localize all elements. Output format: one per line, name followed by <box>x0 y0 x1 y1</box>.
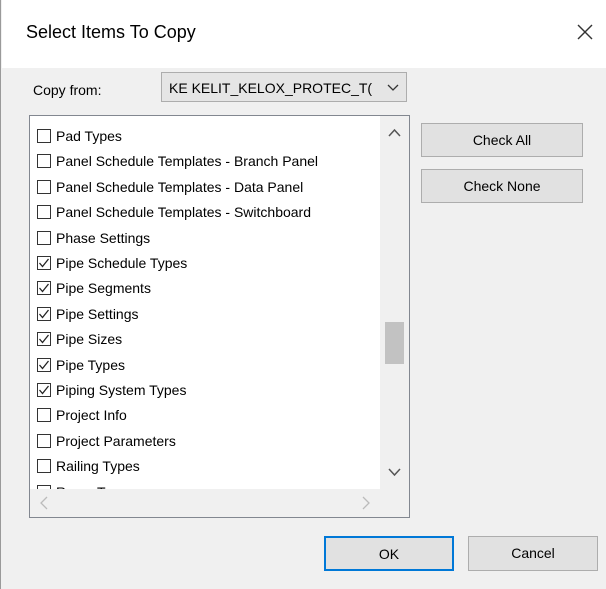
item-label: Pipe Settings <box>56 305 139 322</box>
ok-button[interactable]: OK <box>324 536 454 571</box>
list-item[interactable]: Piping System Types <box>34 378 380 403</box>
checkmark-icon <box>39 258 50 268</box>
copy-from-label: Copy from: <box>33 82 102 98</box>
chevron-down-icon <box>387 84 399 91</box>
item-checkbox[interactable] <box>37 230 51 245</box>
title-bar: Select Items To Copy <box>2 0 606 68</box>
item-label: Panel Schedule Templates - Switchboard <box>56 204 312 221</box>
item-label: Pipe Segments <box>56 280 151 297</box>
item-label: Piping System Types <box>56 382 187 398</box>
select-items-dialog: Select Items To Copy Copy from: KE KELIT… <box>0 0 606 589</box>
scroll-left-button[interactable] <box>30 489 58 517</box>
list-item[interactable]: Pipe Segments <box>34 276 380 301</box>
item-checkbox[interactable] <box>37 154 51 169</box>
item-checkbox[interactable] <box>37 357 51 372</box>
scroll-right-button[interactable] <box>352 489 380 517</box>
items-list[interactable]: Pad Types Panel Schedule Templates - Bran… <box>29 115 410 518</box>
item-label: Panel Schedule Templates - Data Panel <box>56 178 304 195</box>
items-list-viewport: Pad Types Panel Schedule Templates - Bran… <box>30 116 380 489</box>
chevron-down-icon <box>388 468 401 477</box>
cancel-button[interactable]: Cancel <box>468 536 598 571</box>
item-label: Pipe Sizes <box>56 331 123 348</box>
horizontal-scrollbar[interactable] <box>30 489 380 517</box>
vertical-scrollbar[interactable] <box>380 116 409 489</box>
item-label: Railing Types <box>56 458 140 475</box>
close-button[interactable] <box>572 19 598 45</box>
item-checkbox[interactable] <box>37 332 51 347</box>
list-item[interactable]: Phase Settings <box>34 226 380 251</box>
close-icon <box>577 24 593 40</box>
item-checkbox[interactable] <box>37 408 51 423</box>
list-item[interactable]: Panel Schedule Templates - Branch Panel <box>34 149 380 174</box>
item-checkbox[interactable] <box>37 205 51 220</box>
list-item[interactable]: Pad Types <box>34 124 380 149</box>
chevron-right-icon <box>362 496 370 510</box>
checkmark-icon <box>39 283 50 293</box>
list-item[interactable]: Panel Schedule Templates - Switchboard <box>34 200 380 225</box>
item-checkbox[interactable] <box>37 459 51 474</box>
list-item[interactable]: Pipe Types <box>34 353 380 378</box>
item-checkbox[interactable] <box>37 129 51 143</box>
item-checkbox[interactable] <box>37 256 51 270</box>
list-item[interactable]: Pipe Settings <box>34 302 380 327</box>
item-label: Project Info <box>56 407 127 424</box>
checkmark-icon <box>39 360 50 370</box>
item-label: Pipe Schedule Types <box>56 255 188 271</box>
list-item[interactable]: Project Parameters <box>34 429 380 454</box>
dialog-title: Select Items To Copy <box>26 22 196 42</box>
item-checkbox[interactable] <box>37 306 51 321</box>
list-item[interactable]: Pipe Schedule Types <box>34 251 380 276</box>
copy-from-dropdown[interactable]: KE KELIT_KELOX_PROTEC_T( <box>161 72 407 102</box>
item-label: Phase Settings <box>56 229 151 246</box>
copy-from-value: KE KELIT_KELOX_PROTEC_T( <box>169 80 373 96</box>
item-checkbox[interactable] <box>37 179 51 194</box>
chevron-up-icon <box>388 128 401 137</box>
check-none-button[interactable]: Check None <box>421 169 583 203</box>
scroll-corner <box>380 489 409 517</box>
item-label: Pipe Types <box>56 356 126 373</box>
list-item[interactable]: Pipe Sizes <box>34 327 380 352</box>
scroll-up-button[interactable] <box>380 116 409 150</box>
checkmark-icon <box>39 309 50 319</box>
item-checkbox[interactable] <box>37 433 51 448</box>
list-item[interactable]: Ramp Types <box>34 480 380 489</box>
item-checkbox[interactable] <box>37 281 51 296</box>
checkmark-icon <box>39 334 50 344</box>
list-item[interactable]: Project Info <box>34 403 380 428</box>
item-label: Project Parameters <box>56 432 176 449</box>
chevron-left-icon <box>40 496 48 510</box>
item-label: Pad Types <box>56 128 122 144</box>
list-item[interactable]: Railing Types <box>34 454 380 479</box>
scroll-down-button[interactable] <box>380 455 409 489</box>
item-label: Panel Schedule Templates - Branch Panel <box>56 153 319 170</box>
list-item[interactable]: Panel Schedule Templates - Data Panel <box>34 175 380 200</box>
checkmark-icon <box>39 385 50 395</box>
vertical-scroll-thumb[interactable] <box>385 322 404 364</box>
item-checkbox[interactable] <box>37 383 51 397</box>
check-all-button[interactable]: Check All <box>421 123 583 157</box>
